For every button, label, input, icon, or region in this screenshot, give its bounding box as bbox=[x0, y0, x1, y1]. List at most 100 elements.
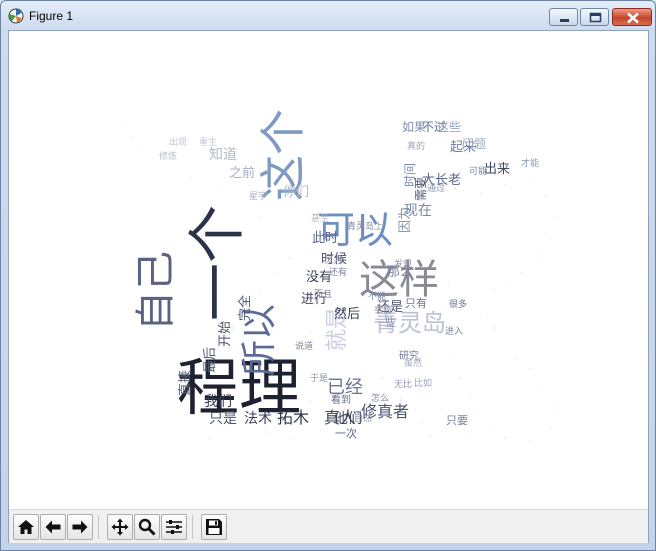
close-button[interactable] bbox=[612, 8, 652, 26]
window-title: Figure 1 bbox=[29, 9, 74, 23]
wordcloud-word: 直接 bbox=[177, 370, 193, 396]
wordcloud-filler: · bbox=[535, 252, 538, 261]
sliders-icon bbox=[166, 520, 182, 534]
wordcloud-word: 还有 bbox=[329, 266, 347, 278]
wordcloud-filler: · bbox=[309, 397, 311, 405]
wordcloud-filler: · bbox=[124, 124, 126, 131]
wordcloud-filler: · bbox=[141, 142, 144, 151]
wordcloud-filler: · bbox=[493, 286, 496, 295]
wordcloud-word: 之前 bbox=[229, 165, 255, 181]
wordcloud-filler: · bbox=[259, 288, 261, 295]
arrow-right-icon bbox=[72, 520, 88, 534]
zoom-button[interactable] bbox=[134, 514, 160, 540]
wordcloud-word: 一次 bbox=[335, 426, 357, 440]
wordcloud-word: 拓木 bbox=[277, 408, 309, 427]
title-bar[interactable]: Figure 1 bbox=[1, 1, 655, 31]
wordcloud-filler: · bbox=[504, 434, 507, 443]
wordcloud-word: 这些 bbox=[437, 119, 461, 134]
wordcloud-filler: · bbox=[459, 375, 461, 383]
wordcloud-word: 出现 bbox=[169, 136, 187, 148]
wordcloud-word: 比如 bbox=[414, 377, 432, 389]
minimize-icon bbox=[560, 19, 569, 22]
wordcloud-image: · · · · · · · · · · · · · · · · · · · · · · · · · · · · · · · · · · · · · · · ·… bbox=[124, 109, 560, 445]
wordcloud-word: 自己 bbox=[133, 251, 179, 331]
minimize-button[interactable] bbox=[549, 8, 578, 26]
back-button[interactable] bbox=[40, 514, 66, 540]
wordcloud-word: 知道 bbox=[209, 146, 237, 163]
wordcloud-word: 修炼 bbox=[159, 150, 177, 162]
wordcloud-filler: · bbox=[364, 366, 366, 373]
wordcloud-word: 才能 bbox=[521, 157, 539, 169]
wordcloud-word: 法术 bbox=[244, 411, 272, 427]
maximize-icon bbox=[589, 12, 602, 23]
wordcloud-filler: · bbox=[189, 176, 191, 183]
wordcloud-filler: · bbox=[277, 269, 280, 278]
wordcloud-filler: · bbox=[289, 255, 291, 263]
wordcloud-word: 只是 bbox=[209, 411, 237, 427]
wordcloud-word: 我们 bbox=[204, 394, 232, 410]
save-button[interactable] bbox=[201, 514, 227, 540]
wordcloud-word: 说道 bbox=[295, 340, 313, 352]
wordcloud-filler: · bbox=[544, 192, 547, 201]
wordcloud-word: 重生 bbox=[199, 136, 217, 148]
wordcloud-word: 怎么 bbox=[371, 392, 389, 404]
wordcloud-filler: · bbox=[131, 135, 133, 143]
wordcloud-filler: · bbox=[504, 182, 506, 189]
navigation-toolbar bbox=[9, 509, 648, 543]
wordcloud-word: 最后 bbox=[203, 347, 218, 373]
magnifier-icon bbox=[138, 518, 156, 536]
wordcloud-word: 开始 bbox=[218, 321, 233, 347]
figure-window: Figure 1 · · · · · · · · · · · · · · · · · · · · · · · · · · · · · · ·… bbox=[0, 0, 656, 551]
wordcloud-filler: · bbox=[469, 392, 472, 401]
wordcloud-word: 青灵 bbox=[347, 220, 365, 232]
wordcloud-filler: · bbox=[529, 175, 531, 183]
wordcloud-filler: · bbox=[494, 324, 497, 333]
pan-button[interactable] bbox=[107, 514, 133, 540]
figure-client-area: · · · · · · · · · · · · · · · · · · · · · · · · · · · · · · · · · · · · · · · ·… bbox=[8, 30, 649, 543]
wordcloud-filler: · bbox=[479, 311, 481, 319]
wordcloud-filler: · bbox=[219, 185, 221, 193]
wordcloud-word: 很多 bbox=[449, 298, 467, 310]
wordcloud-filler: · bbox=[209, 434, 212, 443]
wordcloud-filler: · bbox=[259, 214, 262, 223]
wordcloud-word: 岛上 bbox=[365, 220, 383, 232]
forward-button[interactable] bbox=[67, 514, 93, 540]
arrow-left-icon bbox=[45, 520, 61, 534]
wordcloud-filler: · bbox=[414, 406, 416, 413]
wordcloud-word: 进入 bbox=[445, 326, 463, 337]
wordcloud-word: 真的 bbox=[407, 140, 425, 152]
wordcloud-word: 你们 bbox=[283, 185, 309, 200]
wordcloud-word: 星宇 bbox=[249, 190, 267, 202]
wordcloud-filler: · bbox=[449, 356, 451, 363]
wordcloud-word: 而且 bbox=[314, 289, 332, 300]
wordcloud-filler: · bbox=[399, 246, 401, 253]
wordcloud-filler: · bbox=[539, 386, 541, 393]
home-button[interactable] bbox=[13, 514, 39, 540]
wordcloud-word: 出来 bbox=[484, 162, 510, 177]
wordcloud-word: 灵力 bbox=[324, 254, 342, 266]
home-icon bbox=[18, 520, 34, 534]
wordcloud-word: 完全 bbox=[237, 295, 253, 321]
wordcloud-filler: · bbox=[381, 375, 383, 383]
wordcloud-filler: · bbox=[421, 420, 423, 428]
wordcloud-word: 通过 bbox=[427, 182, 445, 194]
wordcloud-filler: · bbox=[549, 425, 551, 433]
wordcloud-filler: · bbox=[514, 354, 517, 363]
wordcloud-filler: · bbox=[467, 436, 469, 443]
figure-canvas[interactable]: · · · · · · · · · · · · · · · · · · · · · · · · · · · · · · · · · · · · · · · ·… bbox=[9, 31, 648, 509]
wordcloud-word: 自然 bbox=[354, 412, 372, 424]
wordcloud-filler: · bbox=[489, 425, 491, 433]
wordcloud-filler: · bbox=[557, 404, 560, 413]
wordcloud-word: 时间 bbox=[403, 163, 417, 187]
toolbar-separator bbox=[192, 515, 193, 539]
maximize-button[interactable] bbox=[580, 8, 609, 26]
wordcloud-filler: · bbox=[529, 438, 531, 445]
configure-subplots-button[interactable] bbox=[161, 514, 187, 540]
wordcloud-filler: · bbox=[549, 235, 551, 243]
wordcloud-filler: · bbox=[447, 279, 450, 288]
wordcloud-word: 虽然 bbox=[404, 357, 422, 369]
wordcloud-filler: · bbox=[309, 328, 311, 336]
matplotlib-app-icon bbox=[8, 8, 24, 24]
move-icon bbox=[111, 518, 129, 536]
wordcloud-filler: · bbox=[509, 281, 511, 289]
